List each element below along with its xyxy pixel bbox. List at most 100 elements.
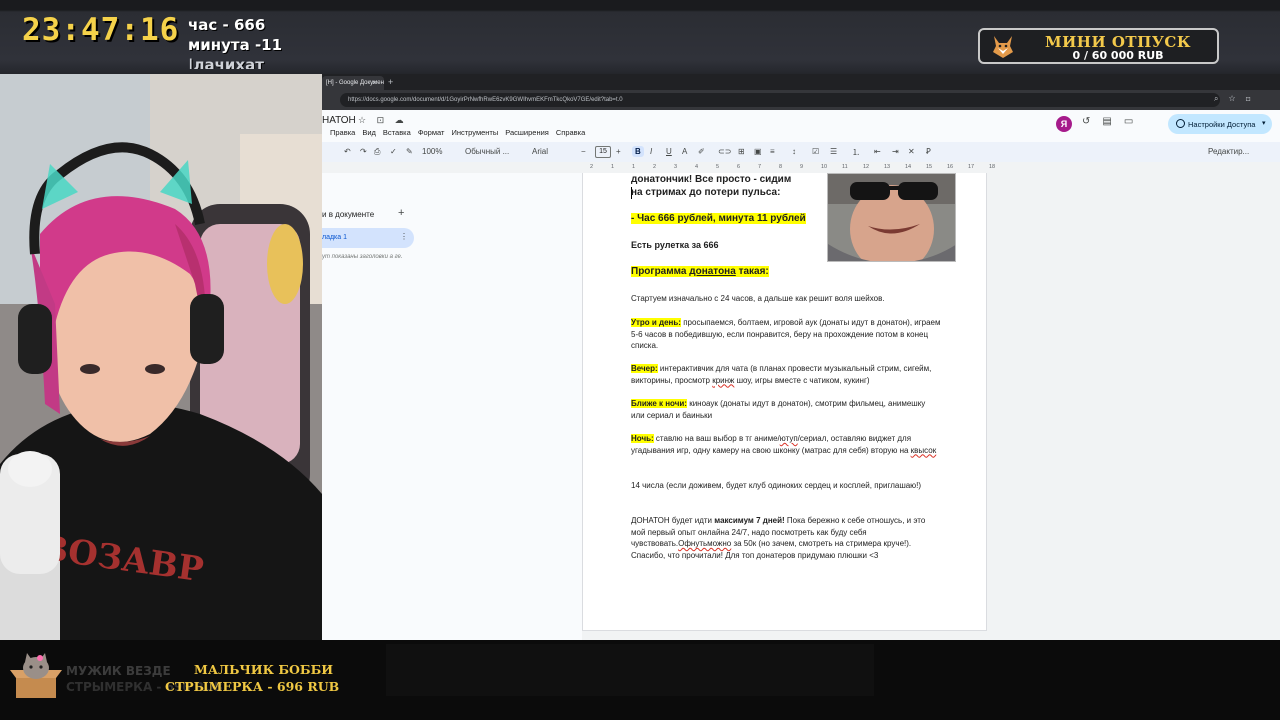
ruler-tick-label: 18 bbox=[989, 164, 996, 170]
share-button[interactable]: Настройки Доступа ▾ bbox=[1168, 114, 1272, 134]
night-label: Ночь: bbox=[631, 434, 654, 443]
doc-night: Ночь: ставлю на ваш выбор в тг аниме/юту… bbox=[631, 433, 941, 456]
corgi-icon bbox=[993, 36, 1013, 58]
redo-icon[interactable]: ↷ bbox=[360, 147, 367, 156]
menu-extensions[interactable]: Расширения bbox=[505, 128, 549, 137]
image-icon[interactable]: ▣ bbox=[754, 147, 762, 156]
zoom-select[interactable]: 100% bbox=[422, 147, 442, 156]
url-field[interactable]: https://docs.google.com/document/d/1Goyi… bbox=[340, 93, 1220, 107]
clear-format-icon[interactable]: ✕ bbox=[908, 147, 915, 156]
font-size-input[interactable]: 15 bbox=[595, 146, 611, 158]
browser-tabstrip: [Н] - Google Докумен × + bbox=[322, 74, 1280, 90]
program-heading-c: такая: bbox=[735, 266, 769, 277]
highlight-icon[interactable]: ✐ bbox=[698, 147, 705, 156]
menu-format[interactable]: Формат bbox=[418, 128, 445, 137]
night-misspelled-2: квысок bbox=[910, 445, 937, 455]
streamer-image: ВОЗАВР bbox=[0, 74, 322, 642]
numbered-list-icon[interactable]: ⒈ bbox=[852, 147, 860, 158]
user-avatar[interactable]: Я bbox=[1056, 116, 1072, 132]
ruler-tick-label: 7 bbox=[758, 164, 762, 170]
doc-price-line: - Час 666 рублей, минута 11 рублей bbox=[631, 212, 941, 225]
underline-button[interactable]: U bbox=[666, 147, 672, 156]
tab-close-icon[interactable]: × bbox=[372, 80, 376, 87]
new-tab-icon[interactable]: + bbox=[388, 77, 393, 87]
ruler[interactable]: 2 1 1 2 3 4 5 6 7 8 9 10 11 12 13 14 15 16 17 18 bbox=[582, 163, 995, 173]
browser-window: [Н] - Google Докумен × + https://docs.go… bbox=[322, 74, 1280, 640]
comments-icon[interactable]: ▤ bbox=[1102, 116, 1123, 127]
spellcheck-icon[interactable]: ✓ bbox=[390, 147, 397, 156]
ruler-tick-label: 8 bbox=[779, 164, 783, 170]
checklist-icon[interactable]: ☑ bbox=[812, 147, 819, 156]
ruler-tick-label: 10 bbox=[821, 164, 828, 170]
final-text-a: ДОНАТОН будет идти bbox=[631, 516, 715, 525]
address-bar-icons[interactable]: ⌕ ☆ ⊡ bbox=[1214, 94, 1255, 104]
history-icon[interactable]: ↺ bbox=[1082, 116, 1102, 127]
donation-goal-widget: МИНИ ОТПУСК 0 / 60 000 RUB bbox=[978, 28, 1219, 64]
italic-button[interactable]: I bbox=[650, 147, 652, 156]
bold-button[interactable]: B bbox=[632, 146, 644, 157]
link-icon[interactable]: ⊂⊃ bbox=[718, 147, 731, 156]
style-select[interactable]: Обычный ... bbox=[465, 147, 509, 156]
menu-tools[interactable]: Инструменты bbox=[451, 128, 498, 137]
ruler-tick-label: 9 bbox=[800, 164, 804, 170]
program-heading-b: донатона bbox=[689, 266, 736, 277]
header-action-icons: ↺▤▭ bbox=[1082, 116, 1145, 127]
evening-text-b: шоу, игры вместе с чатиком, кукинг) bbox=[734, 375, 870, 385]
doc-closer-to-night: Ближе к ночи: киноаук (донаты идут в дон… bbox=[631, 398, 941, 421]
menu-view[interactable]: Вид bbox=[362, 128, 376, 137]
final-misspelled: Офнутьможно bbox=[678, 539, 732, 549]
meet-icon[interactable]: ▭ bbox=[1124, 116, 1145, 127]
docs-toolbar: ↶ ↷ ⎙ ✓ ✎ 100% Обычный ... Arial − 15 + … bbox=[322, 142, 1280, 162]
ruler-tick-label: 12 bbox=[863, 164, 870, 170]
menu-help[interactable]: Справка bbox=[556, 128, 585, 137]
print-icon[interactable]: ⎙ bbox=[374, 147, 380, 157]
menu-insert[interactable]: Вставка bbox=[383, 128, 411, 137]
timer-line-extra: |лачихат bbox=[188, 56, 264, 69]
text-color-icon[interactable]: A bbox=[682, 147, 687, 156]
docs-header: НАТОН ☆ ⊡ ☁ Правка Вид Вставка Формат Ин… bbox=[322, 110, 1280, 142]
ruler-tick-label: 1 bbox=[611, 164, 615, 170]
doc-title-icons[interactable]: ☆ ⊡ ☁ bbox=[358, 115, 408, 126]
browser-tab[interactable]: [Н] - Google Докумен × bbox=[322, 76, 384, 90]
bullet-list-icon[interactable]: ☰ bbox=[830, 147, 837, 156]
goal-amount: 0 / 60 000 RUB bbox=[1072, 49, 1164, 62]
editing-mode-select[interactable]: Редактир... bbox=[1208, 147, 1249, 156]
document-page[interactable]: донатончик! Все просто - сидим на стрима… bbox=[582, 173, 987, 631]
ruler-tick-label: 1 bbox=[632, 164, 636, 170]
doc-title[interactable]: НАТОН bbox=[322, 115, 356, 126]
menu-edit[interactable]: Правка bbox=[330, 128, 355, 137]
doc-program-heading: Программа донатона такая: bbox=[631, 265, 941, 278]
ruler-tick-label: 14 bbox=[905, 164, 912, 170]
ruler-tick-label: 16 bbox=[947, 164, 954, 170]
night-misspelled-1: ютуп bbox=[779, 434, 798, 443]
indent-decrease-icon[interactable]: ⇤ bbox=[874, 147, 881, 156]
price-highlight: - Час 666 рублей, минута 11 рублей bbox=[631, 213, 806, 224]
donation-ghost-name: МУЖИК ВЕЗДЕ bbox=[66, 664, 171, 678]
doc-morning: Утро и день: просыпаемся, болтаем, игров… bbox=[631, 317, 941, 352]
align-icon[interactable]: ≡ bbox=[770, 147, 775, 156]
timer-line-hour: час - 666 bbox=[188, 16, 266, 34]
comment-icon[interactable]: ⊞ bbox=[738, 147, 745, 156]
font-select[interactable]: Arial bbox=[532, 147, 548, 156]
line-spacing-icon[interactable]: ↕ bbox=[792, 147, 796, 156]
webcam-feed: ВОЗАВР bbox=[0, 74, 322, 642]
input-tools-icon[interactable]: Ꝑ bbox=[926, 147, 931, 156]
font-size-increase-icon[interactable]: + bbox=[616, 147, 621, 156]
font-size-decrease-icon[interactable]: − bbox=[581, 147, 586, 156]
indent-increase-icon[interactable]: ⇥ bbox=[892, 147, 899, 156]
doc-roulette: Есть рулетка за 666 bbox=[631, 240, 719, 250]
ruler-tick-label: 3 bbox=[674, 164, 678, 170]
undo-icon[interactable]: ↶ bbox=[344, 147, 351, 156]
doc-club-line: 14 числа (если доживем, будет клуб одино… bbox=[631, 481, 922, 490]
stream-top-bar: 23:47:16 час - 666 минута -11 |лачихат М… bbox=[0, 0, 1280, 74]
donation-alert-name: МАЛЬЧИК БОББИ bbox=[194, 662, 334, 677]
ruler-tick-label: 4 bbox=[695, 164, 699, 170]
document-area: донатончик! Все просто - сидим на стрима… bbox=[322, 173, 1280, 640]
paint-format-icon[interactable]: ✎ bbox=[406, 147, 413, 156]
address-bar: https://docs.google.com/document/d/1Goyi… bbox=[322, 90, 1280, 110]
stream-clock: 23:47:16 bbox=[22, 12, 180, 48]
doc-evening: Вечер: интерактивчик для чата (в планах … bbox=[631, 363, 941, 386]
ruler-tick-label: 5 bbox=[716, 164, 720, 170]
chevron-down-icon[interactable]: ▾ bbox=[1262, 119, 1266, 127]
doc-line-1: донатончик! Все просто - сидим bbox=[631, 174, 792, 185]
